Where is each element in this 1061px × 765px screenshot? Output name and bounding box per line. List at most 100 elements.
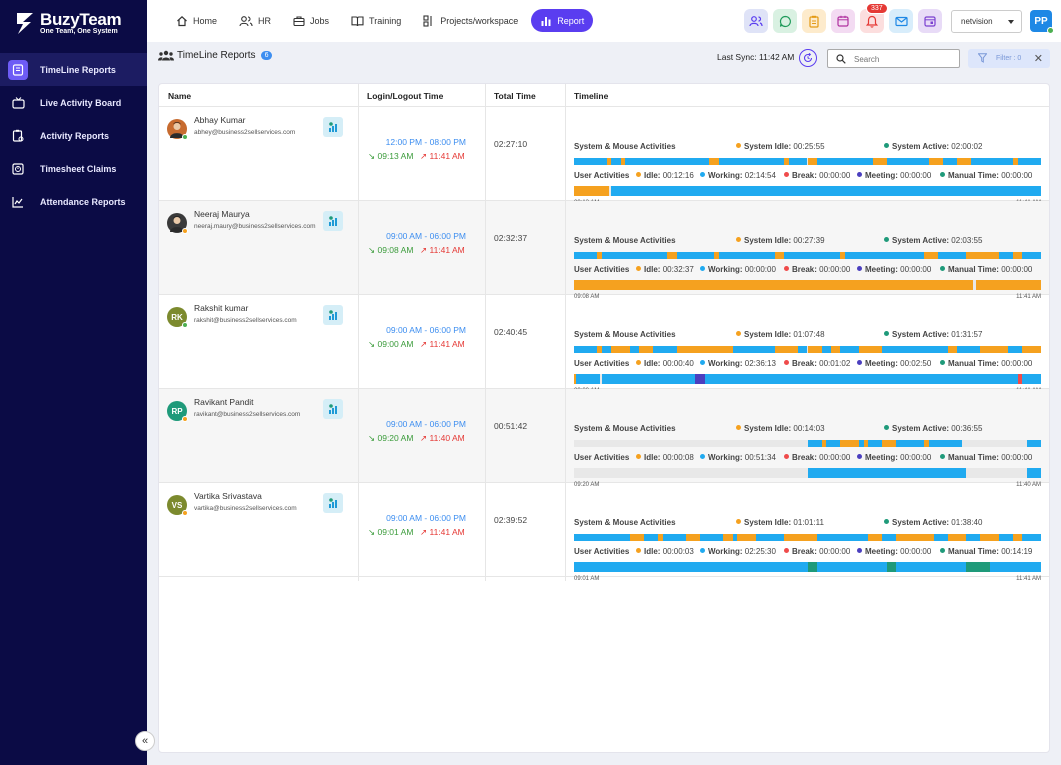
filter-button[interactable]: Filter : 0 ✕ — [968, 49, 1050, 68]
timeline-segment-idle[interactable] — [896, 534, 934, 541]
avatar[interactable]: VS — [167, 495, 188, 516]
timeline-segment-manual[interactable] — [807, 562, 817, 572]
timeline-segment-working[interactable] — [933, 534, 948, 541]
schedule-button[interactable] — [918, 9, 942, 33]
timeline-segment-working[interactable] — [630, 346, 640, 353]
timeline-segment-idle[interactable] — [695, 346, 733, 353]
avatar[interactable]: RP — [167, 401, 188, 422]
timeline-segment-idle[interactable] — [947, 534, 967, 541]
timeline-segment-idle[interactable] — [807, 158, 817, 165]
timeline-segment-idle[interactable] — [574, 280, 974, 290]
timeline-segment-working[interactable] — [602, 374, 696, 384]
timeline-segment-working[interactable] — [700, 534, 724, 541]
avatar[interactable] — [167, 213, 188, 234]
timeline-segment-working[interactable] — [942, 158, 957, 165]
timeline-segment-working[interactable] — [788, 158, 808, 165]
timeline-segment-empty[interactable] — [966, 468, 1027, 478]
timeline-segment-working[interactable] — [826, 440, 841, 447]
timeline-segment-idle[interactable] — [1012, 534, 1023, 541]
view-activity-chart-button[interactable] — [323, 117, 343, 137]
timeline-segment-idle[interactable] — [924, 252, 939, 259]
employee-name[interactable]: Vartika Srivastava — [194, 491, 262, 501]
timeline-segment-working[interactable] — [1026, 468, 1041, 478]
timeline-segment-working[interactable] — [1017, 158, 1041, 165]
timeline-segment-working[interactable] — [602, 252, 668, 259]
timeline-segment-working[interactable] — [998, 252, 1013, 259]
search-input[interactable] — [854, 52, 954, 66]
timeline-segment-idle[interactable] — [830, 346, 841, 353]
timeline-segment-idle[interactable] — [639, 346, 654, 353]
timeline-segment-idle[interactable] — [947, 346, 957, 353]
sidebar-item-timeline-reports[interactable]: TimeLine Reports — [0, 53, 147, 86]
timeline-segment-working[interactable] — [662, 534, 687, 541]
timeline-segment-working[interactable] — [882, 534, 897, 541]
employee-name[interactable]: Abhay Kumar — [194, 115, 246, 125]
nav-jobs[interactable]: Jobs — [284, 9, 338, 32]
timeline-segment-idle[interactable] — [737, 534, 757, 541]
timeline-segment-empty[interactable] — [574, 468, 808, 478]
nav-training[interactable]: Training — [342, 9, 410, 32]
sidebar-item-timesheet-claims[interactable]: Timesheet Claims — [0, 152, 147, 185]
timeline-segment-working[interactable] — [821, 346, 831, 353]
timeline-segment-working[interactable] — [868, 440, 883, 447]
timeline-segment-idle[interactable] — [840, 440, 859, 447]
timeline-segment-working[interactable] — [574, 158, 607, 165]
timeline-segment-working[interactable] — [970, 158, 1013, 165]
timeline-segment-idle[interactable] — [980, 534, 999, 541]
timeline-segment-working[interactable] — [576, 374, 600, 384]
timeline-segment-working[interactable] — [798, 346, 808, 353]
calendar-button[interactable] — [831, 9, 855, 33]
timeline-segment-idle[interactable] — [975, 280, 1041, 290]
timeline-segment-idle[interactable] — [1012, 252, 1023, 259]
timeline-segment-idle[interactable] — [574, 186, 610, 196]
timeline-segment-working[interactable] — [989, 562, 1041, 572]
timeline-segment-working[interactable] — [574, 534, 631, 541]
timeline-segment-working[interactable] — [938, 252, 967, 259]
user-avatar[interactable]: PP — [1030, 10, 1054, 34]
timeline-segment-meeting[interactable] — [695, 374, 705, 384]
team-button[interactable] — [744, 9, 768, 33]
timeline-segment-working[interactable] — [574, 346, 598, 353]
view-activity-chart-button[interactable] — [323, 493, 343, 513]
timeline-segment-working[interactable] — [816, 562, 887, 572]
timeline-segment-working[interactable] — [966, 534, 981, 541]
timeline-segment-idle[interactable] — [807, 346, 822, 353]
brand-logo[interactable]: BuzyTeam One Team, One System — [14, 10, 138, 40]
clear-filter-icon[interactable]: ✕ — [1034, 52, 1043, 65]
avatar[interactable] — [167, 119, 188, 140]
timeline-segment-working[interactable] — [882, 346, 948, 353]
notifications-button[interactable]: 337 — [860, 3, 888, 33]
timeline-segment-idle[interactable] — [686, 534, 701, 541]
nav-report[interactable]: Report — [531, 9, 594, 32]
timeline-segment-empty[interactable] — [961, 440, 1027, 447]
sidebar-collapse-button[interactable]: « — [135, 731, 155, 751]
timeline-segment-idle[interactable] — [723, 534, 733, 541]
timeline-segment-working[interactable] — [653, 346, 677, 353]
avatar[interactable]: RK — [167, 307, 188, 328]
timeline-segment-working[interactable] — [896, 440, 925, 447]
timeline-segment-idle[interactable] — [709, 158, 719, 165]
sidebar-item-live-activity-board[interactable]: Live Activity Board — [0, 86, 147, 119]
nav-projects-workspace[interactable]: Projects/workspace — [414, 9, 527, 32]
timeline-segment-working[interactable] — [807, 440, 822, 447]
timeline-segment-idle[interactable] — [774, 346, 799, 353]
timeline-segment-working[interactable] — [840, 346, 859, 353]
timeline-segment-working[interactable] — [676, 252, 715, 259]
timeline-segment-working[interactable] — [816, 158, 873, 165]
timeline-segment-working[interactable] — [896, 562, 967, 572]
mail-button[interactable] — [889, 9, 913, 33]
timeline-segment-idle[interactable] — [872, 158, 887, 165]
timeline-segment-idle[interactable] — [868, 534, 883, 541]
view-activity-chart-button[interactable] — [323, 211, 343, 231]
timeline-segment-working[interactable] — [1026, 440, 1041, 447]
nav-hr[interactable]: HR — [230, 9, 280, 32]
timeline-segment-idle[interactable] — [630, 534, 645, 541]
timeline-segment-working[interactable] — [574, 562, 808, 572]
timeline-segment-working[interactable] — [611, 158, 621, 165]
timeline-segment-idle[interactable] — [858, 346, 883, 353]
timeline-segment-idle[interactable] — [774, 252, 785, 259]
timeline-segment-idle[interactable] — [676, 346, 696, 353]
sidebar-item-activity-reports[interactable]: Activity Reports — [0, 119, 147, 152]
timeline-segment-idle[interactable] — [980, 346, 1009, 353]
timeline-segment-working[interactable] — [816, 534, 869, 541]
